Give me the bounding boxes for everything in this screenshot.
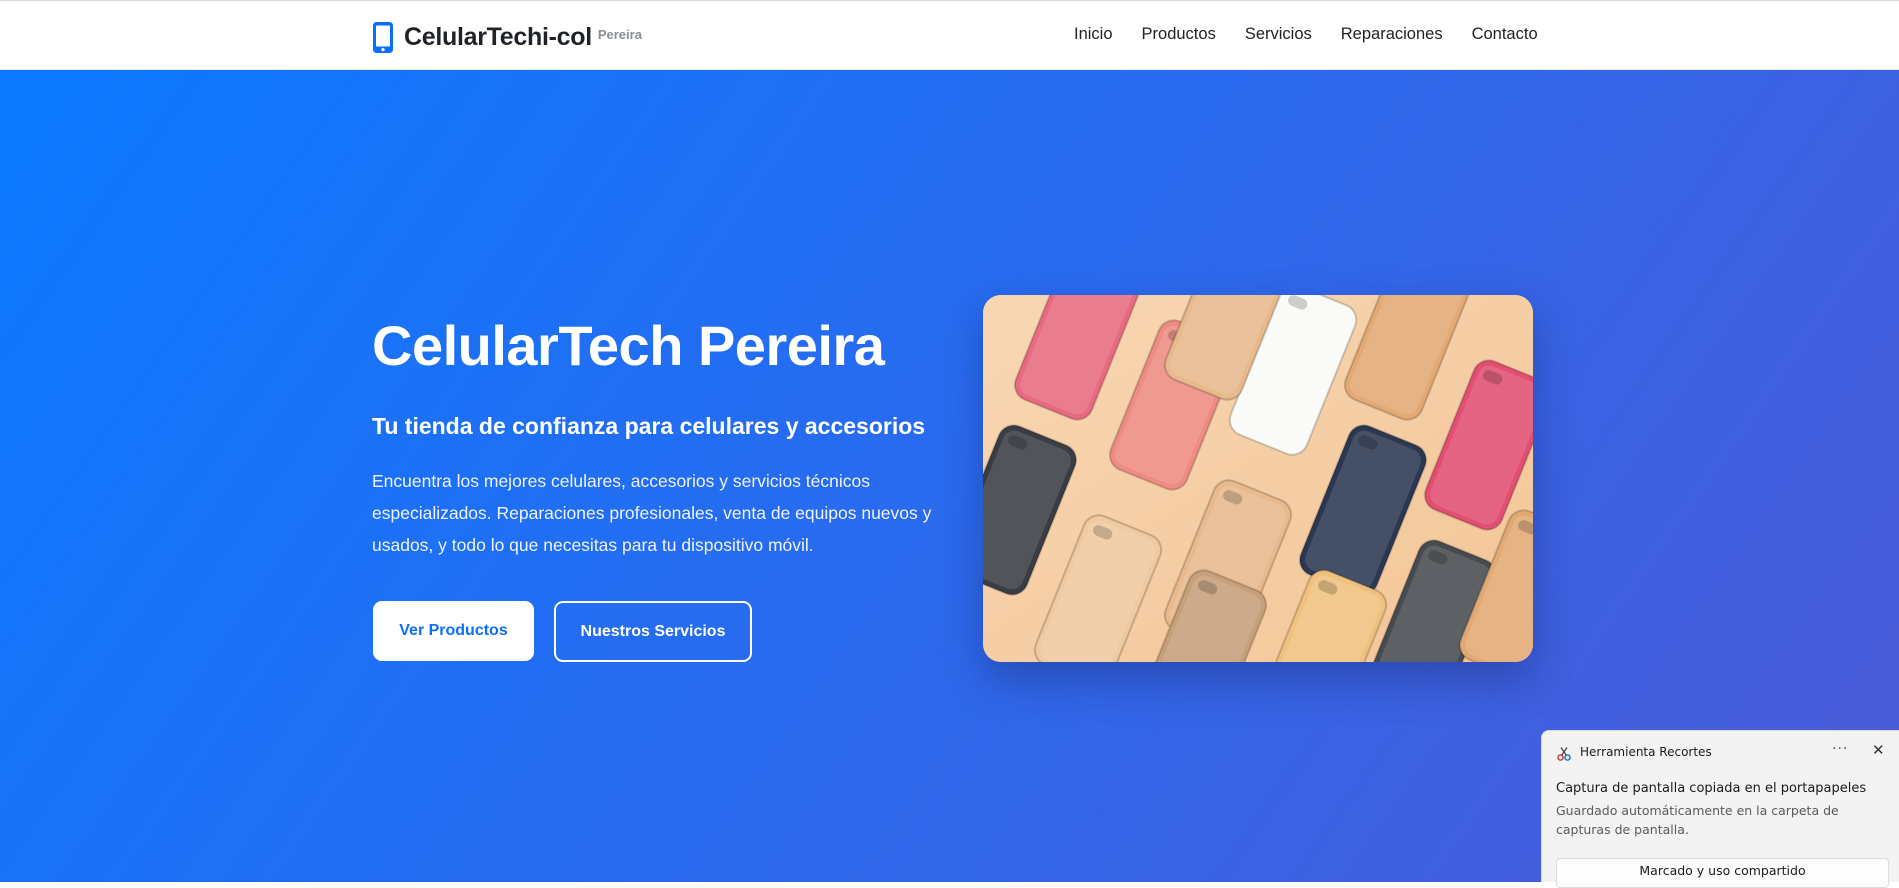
toast-app-name: Herramienta Recortes (1580, 745, 1712, 759)
nav-menu: Inicio Productos Servicios Reparaciones … (1074, 25, 1538, 44)
toast-title: Captura de pantalla copiada en el portap… (1556, 781, 1867, 796)
top-navbar: CelularTechi-col Pereira Inicio Producto… (0, 0, 1899, 70)
snipping-tool-notification: Herramienta Recortes ··· ✕ Captura de pa… (1541, 730, 1899, 888)
brand-logo-link[interactable]: CelularTechi-col Pereira (372, 20, 642, 54)
close-icon[interactable]: ✕ (1872, 741, 1885, 759)
hero-subtitle: Tu tienda de confianza para celulares y … (372, 413, 926, 439)
more-options-icon[interactable]: ··· (1832, 741, 1848, 757)
phone-cases-illustration (983, 295, 1533, 662)
nav-link-productos[interactable]: Productos (1142, 25, 1216, 44)
brand-name: CelularTechi-col (404, 22, 592, 51)
snipping-tool-icon (1557, 747, 1571, 761)
hero-description: Encuentra los mejores celulares, accesor… (372, 471, 932, 555)
hero-title: CelularTech Pereira (372, 314, 885, 377)
ver-productos-button[interactable]: Ver Productos (373, 601, 534, 661)
brand-city: Pereira (597, 26, 642, 42)
nav-link-reparaciones[interactable]: Reparaciones (1341, 25, 1443, 44)
nav-link-servicios[interactable]: Servicios (1245, 25, 1312, 44)
smartphone-icon (373, 21, 393, 53)
toast-body: Guardado automáticamente en la carpeta d… (1556, 803, 1839, 837)
markup-and-share-button[interactable]: Marcado y uso compartido (1556, 858, 1889, 888)
nuestros-servicios-button[interactable]: Nuestros Servicios (554, 601, 752, 662)
phone-cases-image (983, 295, 1533, 662)
nav-link-contacto[interactable]: Contacto (1472, 25, 1538, 44)
nav-link-inicio[interactable]: Inicio (1074, 25, 1113, 44)
